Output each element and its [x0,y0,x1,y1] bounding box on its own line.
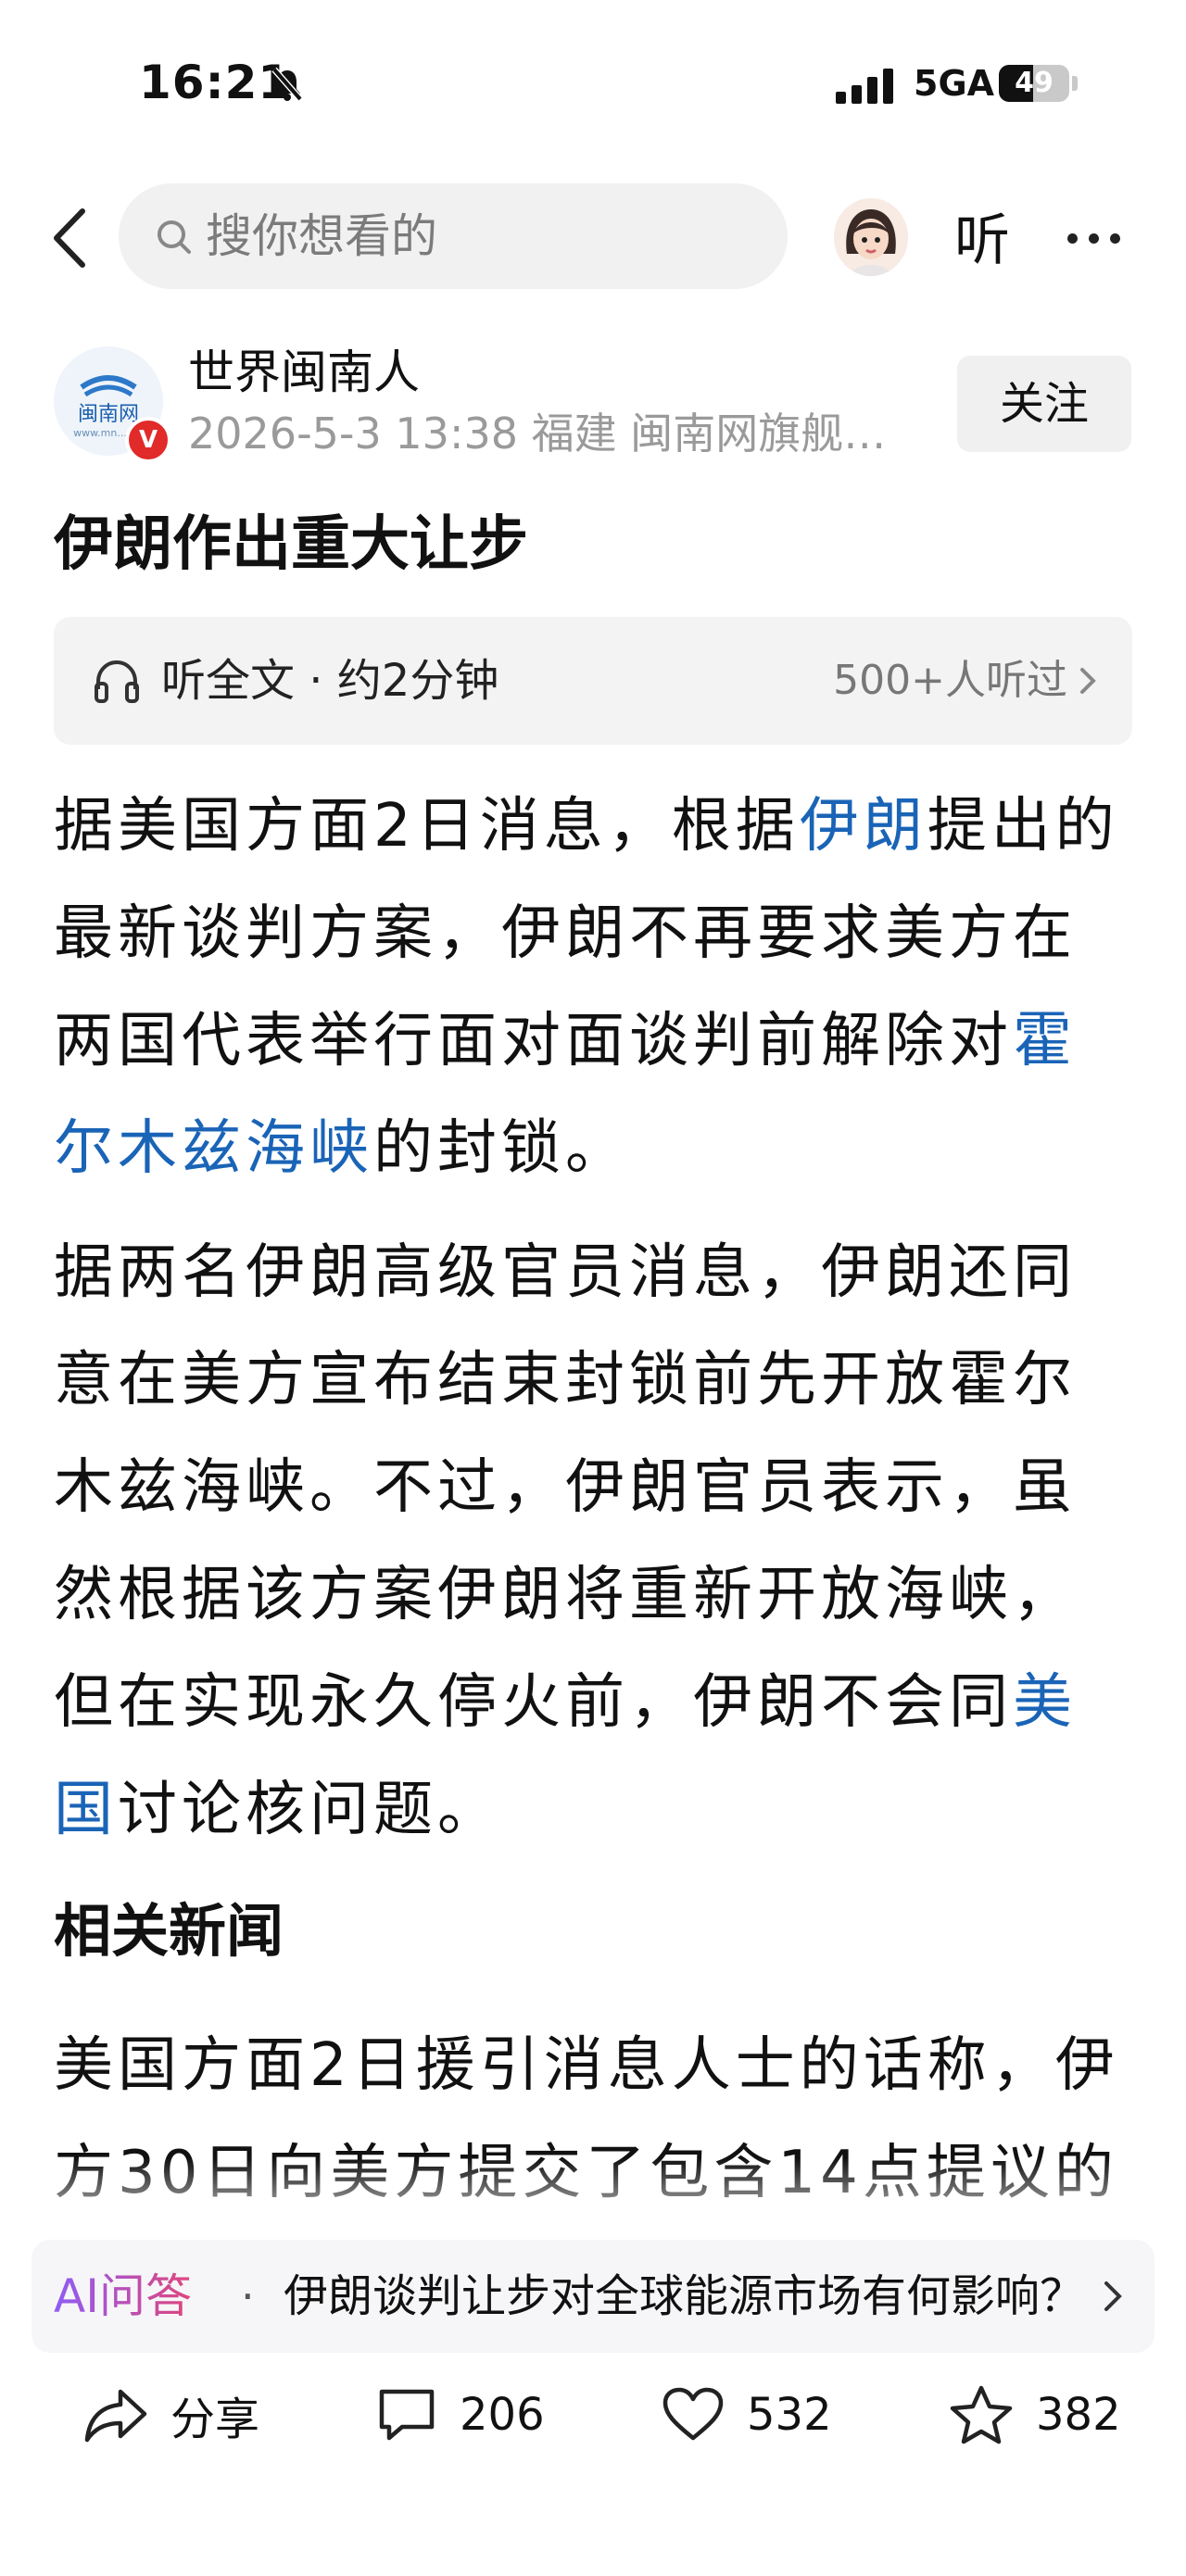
search-icon [158,220,191,254]
listen-button[interactable]: 听 [954,204,1010,278]
comment-count: 206 [460,2389,545,2441]
ai-qa-separator: · [241,2271,255,2321]
entity-link-iran[interactable]: 伊朗 [800,792,927,861]
article-paragraph-1: 据美国方面2日消息，根据伊朗提出的最新谈判方案，伊朗不再要求美方在两国代表举行面… [54,773,1134,1202]
back-icon[interactable] [51,206,88,270]
favorite-button[interactable]: 382 [949,2373,1121,2457]
search-bar[interactable]: 搜你想看的 [119,183,788,289]
listen-full-text-bar[interactable]: 听全文 · 约2分钟 500+人听过 [54,617,1132,745]
avatar-illustration [834,198,908,276]
battery-icon: 49 [999,65,1069,102]
author-logo-text: 闽南网 [78,403,139,426]
follow-button[interactable]: 关注 [957,356,1131,452]
verified-badge: V [125,417,171,463]
article-title: 伊朗作出重大让步 [54,510,528,579]
favorite-count: 382 [1036,2389,1121,2441]
like-button[interactable]: 532 [662,2373,832,2457]
author-logo-url: www.mn... [73,427,127,439]
text-run: 的封锁。 [373,1114,629,1183]
share-label: 分享 [170,2394,260,2445]
text-run: 讨论核问题。 [118,1776,501,1844]
star-icon [950,2385,1013,2444]
share-button[interactable]: 分享 [83,2373,259,2457]
text-run: 据美国方面2日消息，根据 [54,792,800,861]
chevron-right-icon [1104,2281,1122,2311]
text-run: 据两名伊朗高级官员消息，伊朗还同意在美方宣布结束封锁前先开放霍尔木兹海峡。不过，… [54,1238,1077,1737]
silent-bell-icon [271,67,303,102]
related-news-heading: 相关新闻 [54,1897,284,1965]
share-icon [84,2389,147,2443]
ai-qa-bar[interactable]: AI问答 · 伊朗谈判让步对全球能源市场有何影响？ [32,2240,1154,2353]
ai-qa-question: 伊朗谈判让步对全球能源市场有何影响？ [284,2270,1085,2322]
listen-count: 500+人听过 [833,657,1067,704]
more-icon[interactable] [1067,230,1131,247]
ai-qa-label: AI问答 [54,2240,192,2353]
article-paragraph-2: 据两名伊朗高级官员消息，伊朗还同意在美方宣布结束封锁前先开放霍尔木兹海峡。不过，… [54,1219,1134,1864]
comment-icon [379,2389,435,2441]
heart-icon [662,2387,724,2441]
headphones-icon [95,660,139,703]
search-placeholder: 搜你想看的 [206,209,437,263]
avatar[interactable] [834,198,908,276]
post-meta: 2026-5-3 13:38 福建 闽南网旗舰账号 [188,408,911,459]
signal-icon [836,67,897,104]
comment-button[interactable]: 206 [376,2373,545,2457]
status-time: 16:21 [139,56,292,109]
network-type: 5GA [914,63,995,104]
listen-full-text-label: 听全文 · 约2分钟 [161,655,499,707]
content-fade [0,2158,1186,2242]
battery-percent: 49 [1015,67,1054,99]
chevron-right-icon [1080,668,1096,694]
like-count: 532 [747,2389,832,2441]
author-name[interactable]: 世界闽南人 [188,343,420,402]
battery-tip [1072,76,1078,91]
